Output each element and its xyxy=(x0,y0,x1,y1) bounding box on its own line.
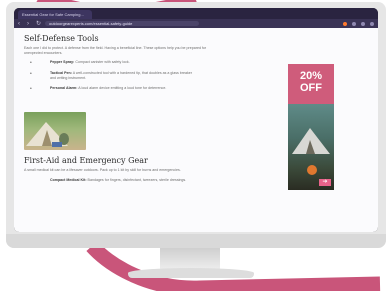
list-item: Pepper Spray: Compact canister with safe… xyxy=(50,60,130,65)
browser-addressbar: ‹ › ↻ outdoorgearexperts.com/essential-s… xyxy=(14,19,378,28)
monitor-stand-base xyxy=(128,268,254,278)
section-title-self-defense: Self-Defense Tools xyxy=(24,34,99,43)
forward-icon[interactable]: › xyxy=(27,21,33,27)
bullet-icon: • xyxy=(30,60,32,66)
list-item: Compact Medical Kit: Bandages for finger… xyxy=(50,178,186,183)
swoosh-bottom xyxy=(86,240,381,291)
item-name: Compact Medical Kit: xyxy=(50,178,87,182)
ad-discount-percent: 20% xyxy=(299,70,323,82)
section-title-first-aid: First-Aid and Emergency Gear xyxy=(24,156,148,165)
browser-tab[interactable]: Essential Gear for Safe Camping... xyxy=(18,10,92,19)
gear-bag xyxy=(52,142,62,147)
item-name: Tactical Pen: xyxy=(50,71,72,75)
browser-toolbar-icons xyxy=(343,21,374,26)
item-desc: A loud alarm device emitting a loud tone… xyxy=(78,86,167,90)
item-desc: Bandages for fingers, disinfectant, twee… xyxy=(87,178,187,182)
profile-icon[interactable] xyxy=(361,21,365,26)
ad-camping-image[interactable]: ➔ xyxy=(288,104,334,190)
reload-icon[interactable]: ↻ xyxy=(36,21,42,27)
monitor-chin xyxy=(6,234,386,248)
list-item: Personal Alarm: A loud alarm device emit… xyxy=(50,86,166,91)
browser-titlebar: Essential Gear for Safe Camping... xyxy=(14,8,378,19)
item-desc: A well-constructed tool with a hardened … xyxy=(72,71,192,75)
back-icon[interactable]: ‹ xyxy=(18,21,24,27)
item-name: Pepper Spray: xyxy=(50,60,75,64)
monitor-screen: Essential Gear for Safe Camping... ‹ › ↻… xyxy=(14,8,378,232)
menu-icon[interactable] xyxy=(370,21,374,26)
monitor: Essential Gear for Safe Camping... ‹ › ↻… xyxy=(6,2,386,248)
item-name: Personal Alarm: xyxy=(50,86,78,90)
ad-tent-graphic xyxy=(292,128,330,175)
bookmark-icon[interactable] xyxy=(352,21,356,26)
marketing-illustration: Essential Gear for Safe Camping... ‹ › ↻… xyxy=(0,0,386,291)
ad-discount-block[interactable]: 20% OFF xyxy=(288,64,334,104)
camping-photo xyxy=(24,112,86,150)
ad-arrow-button[interactable]: ➔ xyxy=(319,179,331,186)
url-bar[interactable]: outdoorgearexperts.com/essential-safety-… xyxy=(45,21,199,26)
camping-scene-graphic xyxy=(26,122,69,147)
bullet-icon: • xyxy=(30,71,32,77)
extension-icon[interactable] xyxy=(343,21,347,26)
campfire-icon xyxy=(307,165,317,175)
monitor-stand-neck xyxy=(160,248,220,270)
list-item-continuation: and writing instrument. xyxy=(50,76,87,80)
section2-intro: A small medical kit can be a lifesaver o… xyxy=(24,168,181,172)
ad-discount-off: OFF xyxy=(300,82,322,94)
sidebar-ad-banner[interactable]: 20% OFF ➔ xyxy=(288,64,334,190)
web-page: Self-Defense Tools Each one I did to pro… xyxy=(14,28,378,232)
section1-intro-line2: unexpected encounters. xyxy=(24,51,63,55)
item-desc: Compact canister with safety lock. xyxy=(75,60,130,64)
bullet-icon: • xyxy=(30,86,32,92)
